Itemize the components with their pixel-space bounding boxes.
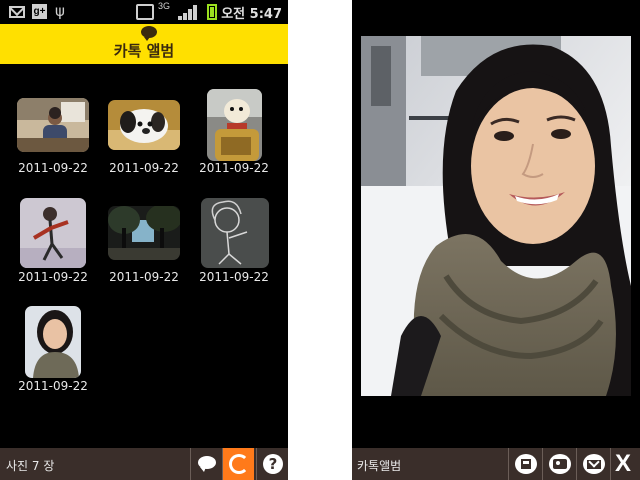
viewer-toolbar: 카톡앨범 X (352, 448, 640, 480)
mail-icon (9, 6, 25, 18)
battery-icon (207, 4, 217, 20)
set-profile-button[interactable] (542, 448, 577, 480)
album-name: 카톡앨범 (357, 459, 402, 473)
photo-date: 2011-09-22 (18, 270, 88, 284)
white-dog-image (108, 100, 180, 150)
photo-item[interactable]: 2011-09-22 (186, 198, 282, 288)
status-bar: g+ ψ 3G 오전 5:47 (0, 0, 288, 24)
refresh-button[interactable] (222, 448, 254, 480)
refresh-icon (229, 454, 249, 474)
close-button[interactable]: X (610, 448, 640, 480)
photo-grid: 2011-09-22 2011-09-22 2011-09-22 2011-09… (0, 64, 288, 448)
man-at-desk-image (17, 98, 89, 152)
chat-icon (198, 456, 216, 472)
photo-date: 2011-09-22 (199, 161, 269, 175)
photo-thumbnail[interactable] (201, 198, 269, 268)
photo-item[interactable]: 2011-09-22 (186, 89, 282, 208)
photo-date: 2011-09-22 (199, 270, 269, 284)
chat-button[interactable] (190, 448, 222, 480)
close-icon: X (615, 450, 632, 477)
photo-item[interactable]: 2011-09-22 (5, 306, 101, 396)
photo-view[interactable] (361, 36, 631, 396)
photo-item[interactable]: 2011-09-22 (96, 198, 192, 288)
dog-in-bag-image (207, 89, 262, 161)
photo-date: 2011-09-22 (109, 270, 179, 284)
photo-thumbnail[interactable] (25, 306, 81, 378)
help-button[interactable]: ? (256, 448, 288, 480)
woman-in-scarf-photo (361, 36, 631, 396)
photo-thumbnail[interactable] (207, 89, 262, 161)
mail-icon (583, 454, 605, 474)
signal-icon (178, 5, 200, 20)
album-list-screen: g+ ψ 3G 오전 5:47 카톡 앨범 2011-09-22 2011-09… (0, 0, 288, 480)
chalk-drawing-image (201, 198, 269, 268)
save-button[interactable] (508, 448, 543, 480)
profile-icon (549, 454, 571, 474)
photo-thumbnail[interactable] (17, 98, 89, 152)
photo-thumbnail[interactable] (108, 100, 180, 150)
album-header: 카톡 앨범 (0, 24, 288, 64)
vibrate-icon (136, 4, 154, 20)
bottom-toolbar: 사진 7 장 ? (0, 448, 288, 480)
photo-date: 2011-09-22 (18, 161, 88, 175)
wall-drawing-image (20, 198, 86, 268)
clock: 오전 5:47 (221, 7, 282, 22)
photo-date: 2011-09-22 (109, 161, 179, 175)
network-type: 3G (158, 1, 171, 11)
photo-viewer-screen: 카톡앨범 X (352, 0, 640, 480)
send-mail-button[interactable] (576, 448, 611, 480)
photo-item[interactable]: 2011-09-22 (5, 198, 101, 288)
dark-trees-image (108, 206, 180, 260)
usb-icon: ψ (55, 2, 65, 20)
photo-item[interactable]: 2011-09-22 (5, 98, 101, 178)
photo-count: 사진 7 장 (6, 459, 55, 473)
save-icon (515, 454, 537, 474)
photo-thumbnail[interactable] (20, 198, 86, 268)
speech-bubble-icon (141, 26, 157, 41)
photo-date: 2011-09-22 (18, 379, 88, 393)
photo-thumbnail[interactable] (108, 206, 180, 260)
photo-item[interactable]: 2011-09-22 (96, 98, 192, 178)
google-plus-icon: g+ (32, 4, 47, 19)
page-title: 카톡 앨범 (113, 42, 175, 60)
woman-selfie-thumb-image (25, 306, 81, 378)
help-icon: ? (263, 454, 283, 474)
